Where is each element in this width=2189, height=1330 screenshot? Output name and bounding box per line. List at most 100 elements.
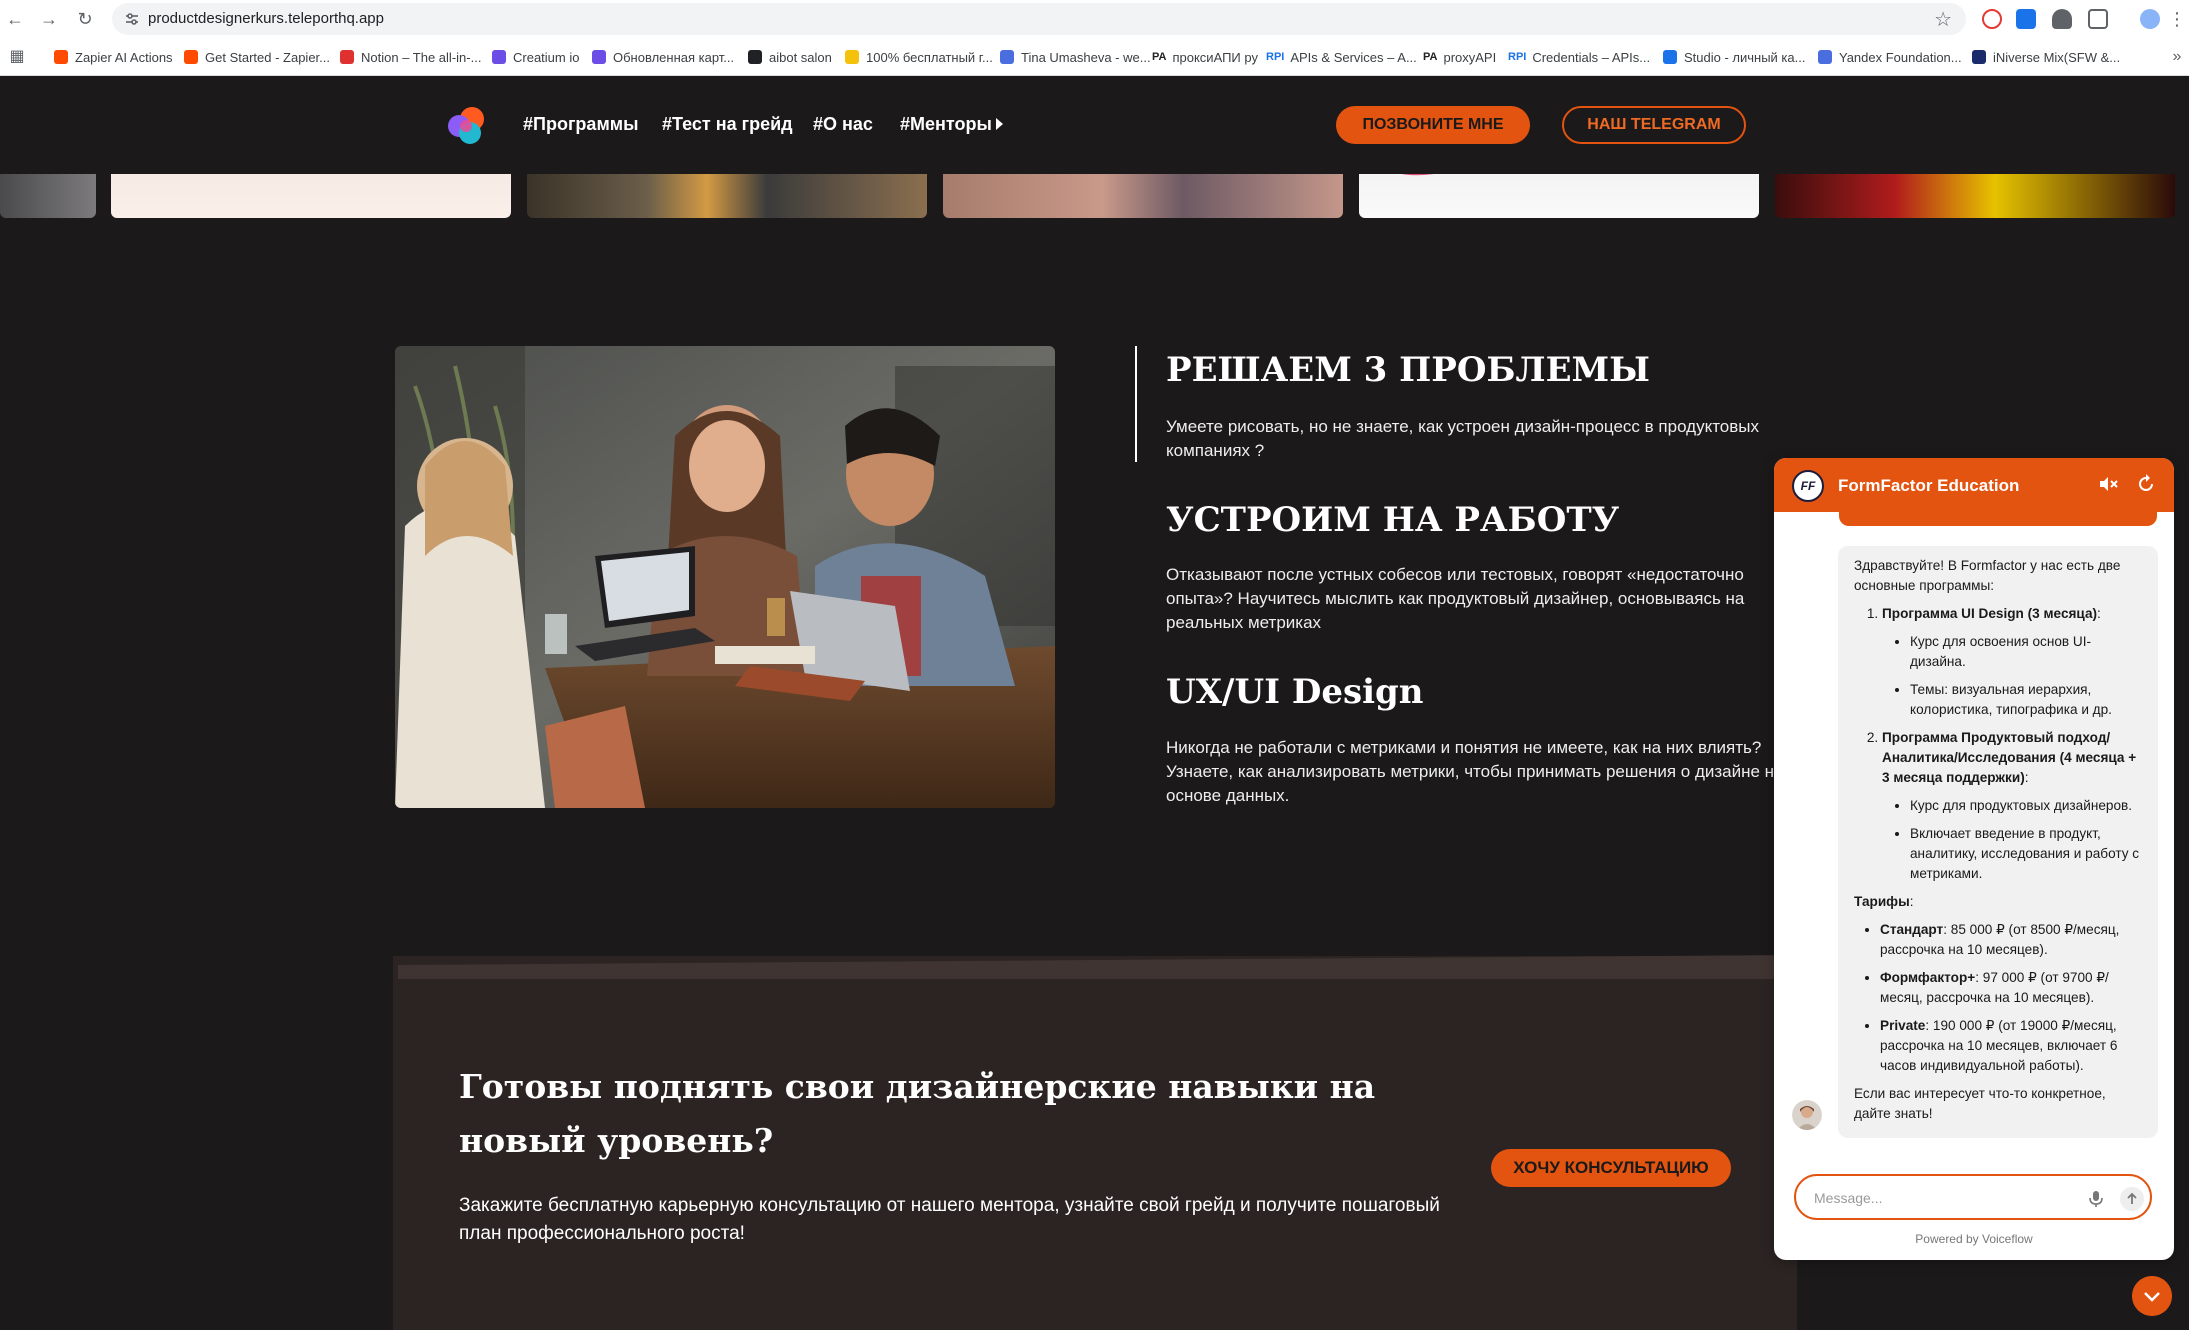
tariffs-heading: Тарифы: <box>1854 894 1914 909</box>
bookmark-star-icon[interactable]: ☆ <box>1934 7 1952 32</box>
section-title-problems: РЕШАЕМ 3 ПРОБЛЕМЫ <box>1166 350 1650 390</box>
program-item: Программа UI Design (3 месяца): Курс для… <box>1882 604 2142 720</box>
bookmark-item[interactable]: Обновленная карт... <box>592 48 734 66</box>
profile-avatar-icon[interactable] <box>2140 9 2160 29</box>
send-icon[interactable] <box>2120 1187 2144 1211</box>
message-input-container <box>1794 1174 2152 1220</box>
telegram-button[interactable]: НАШ TELEGRAM <box>1562 106 1746 144</box>
extensions-puzzle-icon[interactable] <box>2088 9 2108 29</box>
microphone-icon[interactable] <box>2086 1188 2106 1208</box>
reload-icon[interactable]: ↻ <box>74 8 96 30</box>
bookmark-favicon-icon <box>845 50 859 64</box>
program-bullets: Курс для освоения основ UI-дизайна. Темы… <box>1882 632 2142 720</box>
mute-icon[interactable] <box>2096 472 2120 496</box>
tariff-item: Private: 190 000 ₽ (от 19000 ₽/месяц, ра… <box>1880 1016 2142 1076</box>
bookmark-favicon-icon <box>54 50 68 64</box>
nav-mentors[interactable]: #Менторы <box>900 114 992 135</box>
extension-translate-icon[interactable] <box>2016 9 2036 29</box>
bookmark-label: proxyAPI <box>1443 49 1497 65</box>
url-text[interactable]: productdesignerkurs.teleporthq.app <box>148 10 384 27</box>
accent-line <box>1135 346 1137 462</box>
bookmark-label: Credentials – APIs... <box>1532 49 1651 65</box>
consultation-button[interactable]: ХОЧУ КОНСУЛЬТАЦИЮ <box>1491 1149 1731 1187</box>
call-me-button[interactable]: ПОЗВОНИТЕ МНЕ <box>1336 106 1530 144</box>
address-bar[interactable]: productdesignerkurs.teleporthq.app ☆ <box>112 3 1966 35</box>
bookmark-favicon-icon <box>748 50 762 64</box>
more-bookmarks-icon[interactable]: » <box>2166 46 2188 68</box>
nav-grade-test[interactable]: #Тест на грейд <box>662 114 793 135</box>
section-text-problems: Умеете рисовать, но не знаете, как устро… <box>1166 417 1759 460</box>
previous-message-bubble <box>1839 512 2157 526</box>
bookmark-favicon-icon <box>1000 50 1014 64</box>
bookmark-item[interactable]: 100% бесплатный г... <box>845 48 993 66</box>
bookmark-favicon-icon: RPI <box>1508 51 1527 63</box>
browser-menu-icon[interactable]: ⋮ <box>2166 8 2188 30</box>
bookmark-label: Tina Umasheva - we... <box>1021 49 1151 65</box>
program-bullet: Курс для освоения основ UI-дизайна. <box>1910 632 2142 672</box>
bookmark-item[interactable]: Studio - личный ка... <box>1663 48 1805 66</box>
bot-outro: Если вас интересует что-то конкретное, д… <box>1854 1086 2106 1121</box>
bookmark-label: aibot salon <box>769 49 832 65</box>
tariff-item: Формфактор+: 97 000 ₽ (от 9700 ₽/месяц, … <box>1880 968 2142 1008</box>
browser-toolbar: ← → ↻ productdesignerkurs.teleporthq.app… <box>0 0 2189 38</box>
section-title-job: УСТРОИМ НА РАБОТУ <box>1166 500 1620 540</box>
message-input[interactable] <box>1814 1188 2064 1208</box>
tariff-item: Стандарт: 85 000 ₽ (от 8500 ₽/месяц, рас… <box>1880 920 2142 960</box>
bookmark-label: Обновленная карт... <box>613 49 735 65</box>
section-text-uxui: Никогда не работали с метриками и поняти… <box>1166 738 1784 805</box>
section-text-job: Отказывают после устных собесов или тест… <box>1166 565 1745 632</box>
consultation-text: Закажите бесплатную карьерную консультац… <box>459 1195 1440 1244</box>
bookmark-favicon-icon <box>492 50 506 64</box>
extension-spy-icon[interactable] <box>2052 9 2072 29</box>
bookmark-favicon-icon <box>1818 50 1832 64</box>
powered-by-text: Powered by Voiceflow <box>1915 1232 2033 1246</box>
bookmark-item[interactable]: aibot salon <box>748 48 832 66</box>
bot-message: Здравствуйте! В Formfactor у нас есть дв… <box>1838 546 2158 1138</box>
program-list: Программа UI Design (3 месяца): Курс для… <box>1854 604 2142 884</box>
bookmark-favicon-icon: PA <box>1423 51 1438 63</box>
chat-header: FF FormFactor Education <box>1774 458 2174 512</box>
apps-grid-icon[interactable]: ▦ <box>6 46 28 68</box>
bookmark-item[interactable]: RPI Credentials – APIs... <box>1508 48 1650 66</box>
bookmark-item[interactable]: Yandex Foundation... <box>1818 48 1962 66</box>
bookmark-favicon-icon <box>1972 50 1986 64</box>
bookmark-label: Zapier AI Actions <box>75 49 173 65</box>
bookmark-item[interactable]: Get Started - Zapier... <box>184 48 330 66</box>
section-title-uxui: UX/UI Design <box>1166 672 1424 712</box>
bookmark-label: 100% бесплатный г... <box>866 49 993 65</box>
bookmark-item[interactable]: RPI APIs & Services – A... <box>1266 48 1417 66</box>
bookmark-item[interactable]: PA проксиАПИ ру <box>1152 48 1258 66</box>
extension-record-icon[interactable] <box>1982 9 2002 29</box>
bookmark-favicon-icon <box>592 50 606 64</box>
bookmark-favicon-icon <box>1663 50 1677 64</box>
team-photo <box>395 346 1055 808</box>
program-bullets: Курс для продуктовых дизайнеров. Включае… <box>1882 796 2142 884</box>
program-bullet: Включает введение в продукт, аналитику, … <box>1910 824 2142 884</box>
chat-collapse-icon[interactable] <box>2132 1276 2172 1316</box>
bookmark-favicon-icon: PA <box>1152 51 1167 63</box>
back-icon[interactable]: ← <box>4 8 26 30</box>
bookmark-label: iNiverse Mix(SFW &... <box>1993 49 2121 65</box>
restart-icon[interactable] <box>2134 472 2158 496</box>
chat-brand-avatar: FF <box>1792 470 1824 502</box>
bookmark-item[interactable]: PA proxyAPI <box>1423 48 1496 66</box>
nav-about[interactable]: #О нас <box>813 114 873 135</box>
bookmark-item[interactable]: iNiverse Mix(SFW &... <box>1972 48 2120 66</box>
bookmark-item[interactable]: Creatium io <box>492 48 579 66</box>
bookmark-label: Notion – The all-in-... <box>361 49 482 65</box>
nav-programs[interactable]: #Программы <box>523 114 638 135</box>
bookmark-label: Yandex Foundation... <box>1839 49 1962 65</box>
forward-icon[interactable]: → <box>38 8 60 30</box>
bookmark-label: APIs & Services – A... <box>1290 49 1417 65</box>
bookmark-item[interactable]: Notion – The all-in-... <box>340 48 481 66</box>
bookmark-item[interactable]: Zapier AI Actions <box>54 48 173 66</box>
mentors-dropdown-arrow-icon[interactable] <box>996 118 1003 130</box>
bookmark-label: Creatium io <box>513 49 580 65</box>
program-title: Программа Продуктовый подход/Аналитика/И… <box>1882 730 2137 785</box>
bot-intro: Здравствуйте! В Formfactor у нас есть дв… <box>1854 558 2121 593</box>
bookmark-favicon-icon: RPI <box>1266 51 1285 63</box>
site-info-icon[interactable] <box>124 11 140 27</box>
bookmark-item[interactable]: Tina Umasheva - we... <box>1000 48 1151 66</box>
logo[interactable] <box>446 106 488 146</box>
bookmark-favicon-icon <box>184 50 198 64</box>
